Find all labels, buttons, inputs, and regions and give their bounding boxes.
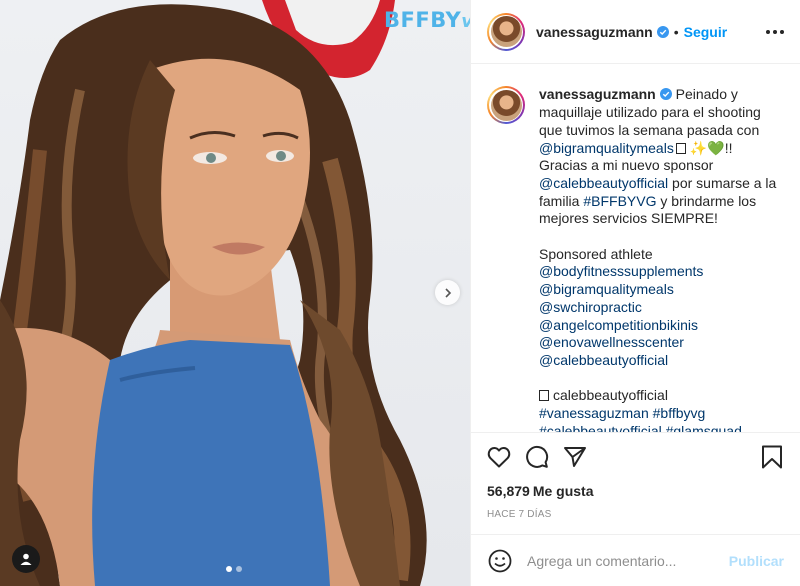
share-icon (564, 446, 586, 467)
hashtags-link[interactable]: #vanessaguzman #bffbyvg (539, 405, 705, 421)
unsupported-emoji-glyph (675, 142, 686, 154)
verified-badge-icon (656, 25, 669, 38)
post-side-panel: vanessaguzmann • Seguir vanessaguzmann P… (470, 0, 800, 586)
hashtags-link[interactable]: #calebbeautyofficial #glamsquad (539, 423, 742, 432)
comment-icon (526, 445, 549, 468)
carousel-next-button[interactable] (435, 280, 460, 305)
post-caption: vanessaguzmann Peinado y maquillaje util… (539, 86, 784, 432)
post-header: vanessaguzmann • Seguir (471, 0, 800, 65)
instagram-post: BFFBYvg vanessaguzmann (0, 0, 800, 586)
author-username[interactable]: vanessaguzmann (536, 24, 653, 40)
sponsor-mention-link[interactable]: @swchiropractic (539, 299, 642, 315)
user-tag-icon (20, 553, 32, 565)
comment-input[interactable] (527, 552, 729, 569)
more-options-icon[interactable] (766, 24, 784, 40)
verified-badge-icon (659, 88, 672, 101)
add-comment-form: Publicar (471, 534, 800, 586)
comments-section[interactable]: vanessaguzmann Peinado y maquillaje util… (471, 64, 800, 432)
mention-link[interactable]: @calebbeautyofficial (539, 175, 668, 191)
author-avatar[interactable] (487, 12, 525, 51)
follow-button[interactable]: Seguir (684, 24, 728, 40)
mention-link[interactable]: @bigramqualitymeals (539, 140, 674, 156)
post-photo[interactable]: BFFBYvg (0, 0, 470, 586)
carousel-dot (236, 566, 242, 572)
portrait-photo (0, 0, 427, 586)
sponsor-mention-link[interactable]: @bodyfitnesssupplements (539, 263, 703, 279)
avatar-image (490, 16, 522, 48)
like-button[interactable] (485, 443, 513, 471)
carousel-indicator (226, 566, 242, 572)
post-actions-bar (471, 432, 800, 481)
heart-icon (487, 446, 511, 468)
likes-count[interactable]: 56,879 Me gusta (471, 481, 800, 501)
emoji-picker-button[interactable] (487, 548, 513, 574)
avatar-image (490, 89, 522, 121)
tagged-users-button[interactable] (12, 545, 40, 573)
save-button[interactable] (758, 443, 786, 471)
hashtag-link[interactable]: #BFFBYVG (583, 193, 656, 209)
sponsor-mention-link[interactable]: @bigramqualitymeals (539, 281, 674, 297)
caption-author-avatar[interactable] (487, 86, 525, 125)
post-timestamp[interactable]: HACE 7 DÍAS (471, 501, 800, 534)
caption-username[interactable]: vanessaguzmann (539, 86, 656, 102)
bookmark-icon (762, 445, 782, 469)
share-button[interactable] (561, 443, 589, 471)
comment-button[interactable] (523, 443, 551, 471)
chevron-right-icon (444, 287, 451, 298)
bffbyvg-watermark: BFFBYvg (384, 8, 470, 32)
publish-button[interactable]: Publicar (729, 553, 784, 569)
sponsor-mention-link[interactable]: @enovawellnesscenter (539, 334, 684, 350)
unsupported-emoji-glyph (539, 390, 549, 402)
header-separator: • (673, 23, 679, 40)
sponsor-mention-link[interactable]: @angelcompetitionbikinis (539, 317, 698, 333)
sponsor-mention-link[interactable]: @calebbeautyofficial (539, 352, 668, 368)
emoji-icon (488, 549, 512, 573)
carousel-dot-active (226, 566, 232, 572)
